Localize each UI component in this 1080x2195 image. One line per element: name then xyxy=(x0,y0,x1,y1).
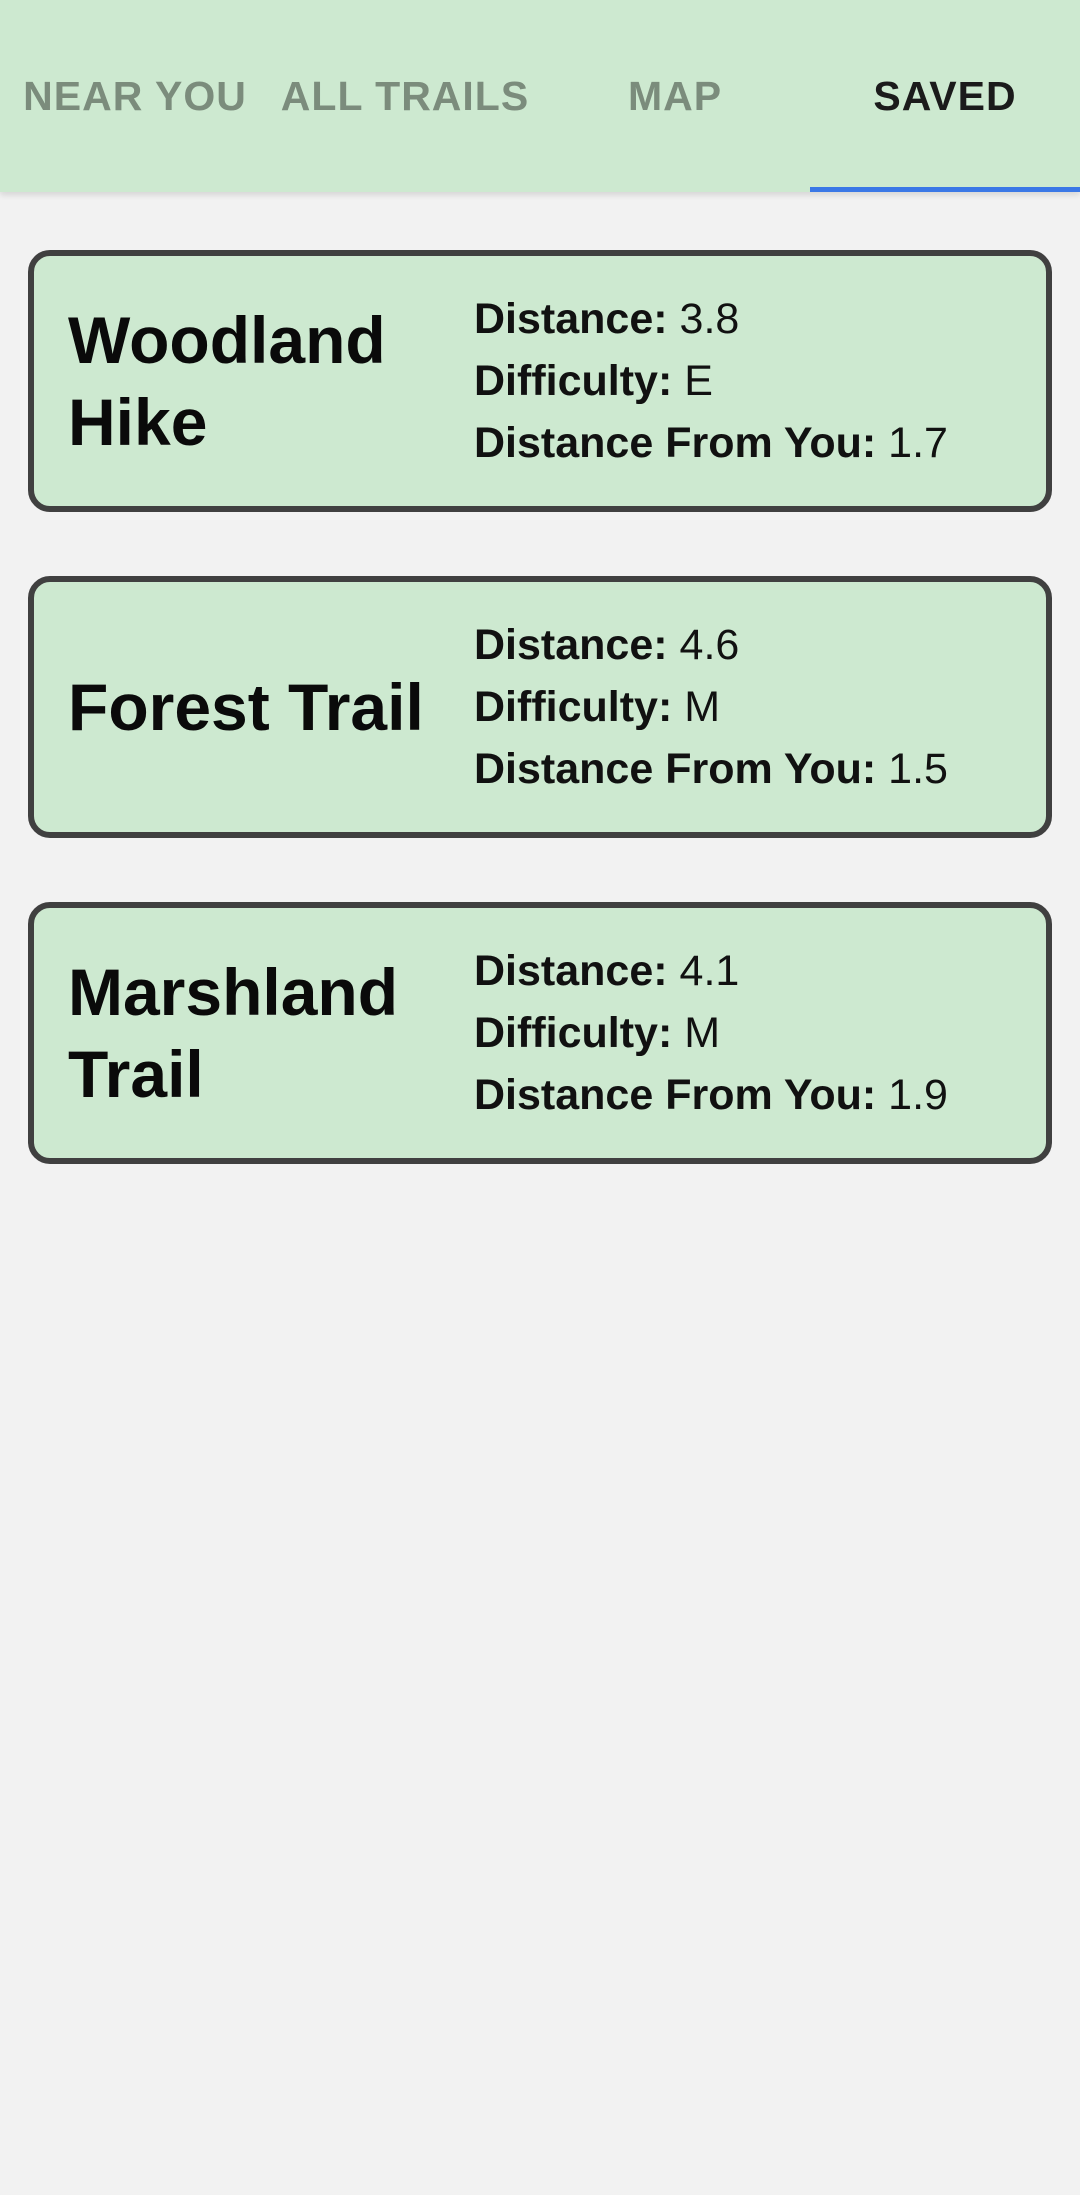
trail-details: Distance: 3.8 Difficulty: E Distance Fro… xyxy=(474,288,1046,474)
tab-all-trails[interactable]: ALL TRAILS xyxy=(270,0,540,192)
difficulty-label: Difficulty: xyxy=(474,1009,673,1057)
difficulty-row: Difficulty: M xyxy=(474,1002,1046,1064)
distance-from-you-row: Distance From You: 1.9 xyxy=(474,1064,1046,1126)
distance-row: Distance: 4.1 xyxy=(474,940,1046,1002)
difficulty-value: M xyxy=(684,683,721,731)
tab-label: NEAR YOU xyxy=(23,73,247,119)
distance-row: Distance: 4.6 xyxy=(474,614,1046,676)
tab-label: MAP xyxy=(627,73,723,119)
difficulty-label: Difficulty: xyxy=(474,357,673,405)
trail-card-woodland-hike[interactable]: Woodland Hike Distance: 3.8 Difficulty: … xyxy=(28,250,1052,512)
tab-saved[interactable]: SAVED xyxy=(810,0,1080,192)
distance-from-you-label: Distance From You: xyxy=(474,1071,877,1119)
saved-trails-list: Woodland Hike Distance: 3.8 Difficulty: … xyxy=(28,250,1052,1228)
trail-card-forest-trail[interactable]: Forest Trail Distance: 4.6 Difficulty: M… xyxy=(28,576,1052,838)
tab-near-you[interactable]: NEAR YOU xyxy=(0,0,270,192)
trail-name: Woodland Hike xyxy=(68,303,386,459)
tab-bar: NEAR YOU ALL TRAILS MAP SAVED xyxy=(0,0,1080,192)
difficulty-row: Difficulty: M xyxy=(474,676,1046,738)
distance-from-you-label: Distance From You: xyxy=(474,419,877,467)
distance-from-you-value: 1.5 xyxy=(888,745,948,793)
distance-row: Distance: 3.8 xyxy=(474,288,1046,350)
distance-value: 3.8 xyxy=(679,295,740,343)
active-tab-indicator xyxy=(810,187,1080,192)
distance-from-you-row: Distance From You: 1.7 xyxy=(474,412,1046,474)
trail-details: Distance: 4.1 Difficulty: M Distance Fro… xyxy=(474,940,1046,1126)
trail-name: Marshland Trail xyxy=(68,955,399,1111)
difficulty-value: M xyxy=(684,1009,721,1057)
difficulty-row: Difficulty: E xyxy=(474,350,1046,412)
difficulty-label: Difficulty: xyxy=(474,683,673,731)
distance-from-you-label: Distance From You: xyxy=(474,745,877,793)
difficulty-value: E xyxy=(684,357,713,405)
trail-card-marshland-trail[interactable]: Marshland Trail Distance: 4.1 Difficulty… xyxy=(28,902,1052,1164)
trail-details: Distance: 4.6 Difficulty: M Distance Fro… xyxy=(474,614,1046,800)
distance-label: Distance: xyxy=(474,621,668,669)
distance-value: 4.1 xyxy=(679,947,740,995)
tab-map[interactable]: MAP xyxy=(540,0,810,192)
trail-name: Forest Trail xyxy=(68,670,424,744)
tab-label: ALL TRAILS xyxy=(280,73,530,119)
distance-value: 4.6 xyxy=(679,621,740,669)
distance-label: Distance: xyxy=(474,295,668,343)
distance-from-you-value: 1.7 xyxy=(888,419,948,467)
distance-from-you-value: 1.9 xyxy=(888,1071,948,1119)
distance-from-you-row: Distance From You: 1.5 xyxy=(474,738,1046,800)
distance-label: Distance: xyxy=(474,947,668,995)
tab-label: SAVED xyxy=(873,73,1017,119)
